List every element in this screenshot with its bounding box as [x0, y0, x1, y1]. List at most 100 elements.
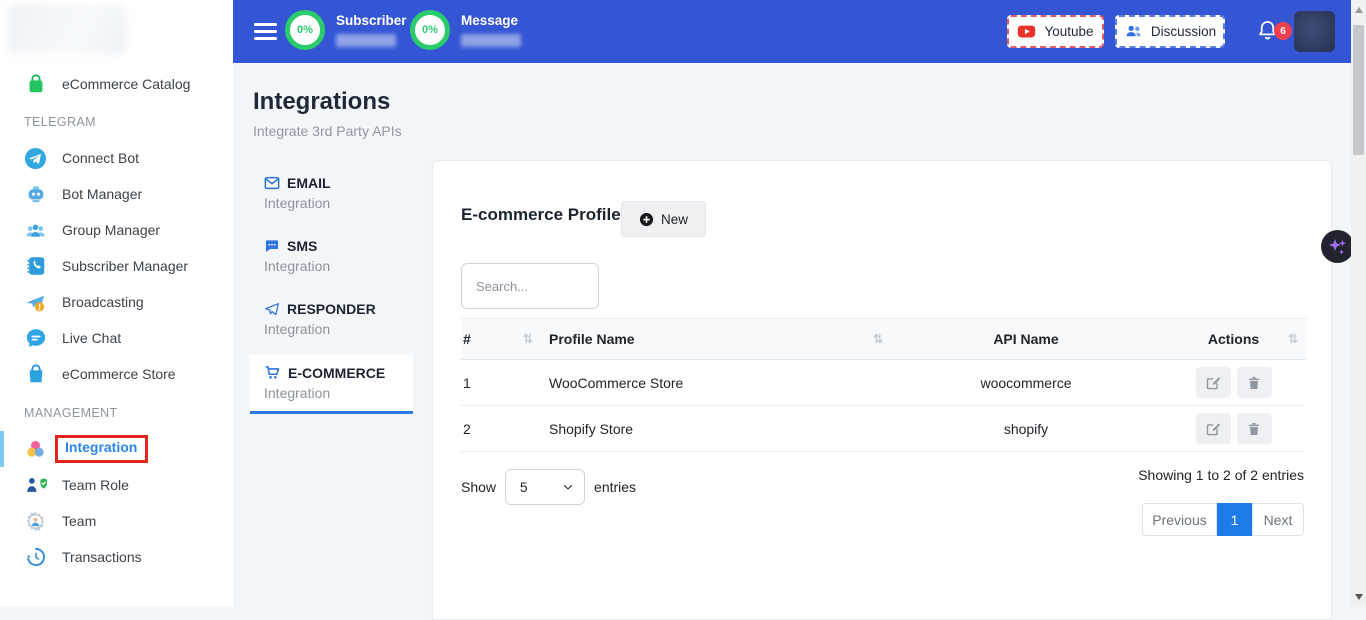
- message-stat-value-blurred: [461, 34, 521, 47]
- new-profile-button[interactable]: New: [621, 201, 706, 237]
- message-usage-widget: 0% Message: [410, 10, 521, 50]
- panel-title: E-commerce Profile: [461, 205, 621, 225]
- sidebar-section-telegram: TELEGRAM: [24, 115, 233, 129]
- edit-button[interactable]: [1196, 413, 1231, 444]
- shopping-bag-blue-icon: [24, 363, 47, 386]
- column-header-number[interactable]: #⇅: [461, 331, 541, 347]
- subscriber-stat-value-blurred: [336, 34, 396, 47]
- tab-ecommerce-integration[interactable]: E-COMMERCE Integration: [250, 355, 413, 414]
- history-clock-icon: [24, 546, 47, 569]
- person-shield-icon: [24, 474, 47, 497]
- sidebar-item-label: Group Manager: [62, 222, 160, 238]
- results-summary: Showing 1 to 2 of 2 entries: [1138, 467, 1304, 483]
- row-number: 1: [461, 375, 541, 391]
- column-header-profile-name[interactable]: Profile Name⇅: [541, 331, 891, 347]
- page-1-button[interactable]: 1: [1217, 503, 1252, 536]
- page-title: Integrations: [253, 88, 402, 116]
- discussion-button[interactable]: Discussion: [1115, 15, 1225, 48]
- message-stat-label: Message: [461, 13, 521, 28]
- tab-sublabel: Integration: [264, 258, 401, 274]
- message-progress-ring: 0%: [410, 10, 450, 50]
- app-logo: [8, 4, 126, 54]
- scrollbar[interactable]: [1351, 0, 1366, 607]
- row-api-name: woocommerce: [891, 375, 1161, 391]
- sidebar-item-team[interactable]: Team: [0, 503, 233, 539]
- notification-count-badge: 6: [1274, 22, 1292, 40]
- youtube-button[interactable]: Youtube: [1007, 15, 1104, 48]
- row-profile-name: Shopify Store: [541, 421, 891, 437]
- subscriber-stat-label: Subscriber: [336, 13, 407, 28]
- scrollbar-down-arrow[interactable]: [1355, 594, 1363, 600]
- sidebar-item-bot-manager[interactable]: Bot Manager: [0, 176, 233, 212]
- tab-label: SMS: [287, 238, 317, 254]
- sidebar-item-team-role[interactable]: Team Role: [0, 467, 233, 503]
- sidebar-item-group-manager[interactable]: Group Manager: [0, 212, 233, 248]
- user-avatar[interactable]: [1294, 11, 1335, 52]
- sidebar-item-ecommerce-catalog[interactable]: eCommerce Catalog: [0, 67, 233, 101]
- table-header-row: #⇅ Profile Name⇅ API Name Actions⇅: [461, 318, 1306, 360]
- notifications-button[interactable]: 6: [1256, 18, 1282, 46]
- sidebar-item-label: Integration: [65, 439, 137, 455]
- robot-icon: [24, 183, 47, 206]
- page-size-value: 5: [520, 480, 528, 495]
- people-group-icon: [24, 219, 47, 242]
- row-api-name: shopify: [891, 421, 1161, 437]
- integration-circles-icon: [24, 438, 47, 461]
- sidebar-item-label: Team: [62, 513, 96, 529]
- page-size-select[interactable]: 5: [505, 469, 585, 505]
- youtube-icon: [1017, 22, 1036, 41]
- annotation-red-box: Integration: [55, 435, 148, 463]
- column-header-api-name[interactable]: API Name: [891, 331, 1161, 347]
- table-row: 2 Shopify Store shopify: [461, 406, 1306, 452]
- scrollbar-thumb[interactable]: [1353, 25, 1364, 155]
- sort-icon[interactable]: ⇅: [523, 332, 533, 346]
- previous-page-button[interactable]: Previous: [1142, 503, 1217, 536]
- trash-icon: [1246, 375, 1262, 391]
- sort-icon[interactable]: ⇅: [1288, 332, 1298, 346]
- delete-button[interactable]: [1237, 413, 1272, 444]
- sidebar-item-subscriber-manager[interactable]: Subscriber Manager: [0, 248, 233, 284]
- sidebar-item-live-chat[interactable]: Live Chat: [0, 320, 233, 356]
- sparkles-icon: [1326, 235, 1350, 259]
- sidebar-item-connect-bot[interactable]: Connect Bot: [0, 140, 233, 176]
- topbar: 0% Subscriber 0% Message Youtube Discuss…: [233, 0, 1366, 63]
- cart-icon: [264, 364, 281, 381]
- sidebar-item-label: Transactions: [62, 549, 142, 565]
- ai-assistant-button[interactable]: [1321, 230, 1354, 263]
- sidebar: eCommerce Catalog TELEGRAM Connect Bot B…: [0, 0, 233, 607]
- sidebar-item-label: eCommerce Store: [62, 366, 176, 382]
- sidebar-item-ecommerce-store[interactable]: eCommerce Store: [0, 356, 233, 392]
- edit-button[interactable]: [1196, 367, 1231, 398]
- trash-icon: [1246, 421, 1262, 437]
- sort-icon[interactable]: ⇅: [873, 332, 883, 346]
- tab-label: E-COMMERCE: [288, 365, 385, 381]
- show-label: Show: [461, 479, 496, 495]
- discussion-button-label: Discussion: [1151, 24, 1216, 39]
- hamburger-menu-icon[interactable]: [254, 23, 277, 44]
- next-page-button[interactable]: Next: [1252, 503, 1304, 536]
- sidebar-item-integration[interactable]: Integration: [0, 431, 233, 467]
- scrollbar-up-arrow[interactable]: [1355, 7, 1363, 13]
- ecommerce-profile-panel: E-commerce Profile New #⇅ Profile Name⇅ …: [432, 160, 1332, 620]
- sidebar-item-label: Subscriber Manager: [62, 258, 188, 274]
- tab-sms-integration[interactable]: SMS Integration: [250, 229, 413, 284]
- entries-label: entries: [594, 479, 636, 495]
- envelope-icon: [264, 175, 280, 191]
- chat-bubble-icon: [24, 327, 47, 350]
- sidebar-item-label: Team Role: [62, 477, 129, 493]
- tab-responder-integration[interactable]: RESPONDER Integration: [250, 292, 413, 347]
- gear-person-icon: [24, 510, 47, 533]
- chevron-down-icon: [562, 481, 574, 493]
- paper-plane-icon: [264, 301, 280, 317]
- sidebar-item-broadcasting[interactable]: Broadcasting: [0, 284, 233, 320]
- users-icon: [1124, 22, 1143, 41]
- search-input[interactable]: [461, 263, 599, 309]
- column-header-actions[interactable]: Actions⇅: [1161, 331, 1306, 347]
- row-number: 2: [461, 421, 541, 437]
- sidebar-item-transactions[interactable]: Transactions: [0, 539, 233, 575]
- row-profile-name: WooCommerce Store: [541, 375, 891, 391]
- sidebar-item-label: Live Chat: [62, 330, 121, 346]
- delete-button[interactable]: [1237, 367, 1272, 398]
- tab-sublabel: Integration: [264, 321, 401, 337]
- tab-email-integration[interactable]: EMAIL Integration: [250, 166, 413, 221]
